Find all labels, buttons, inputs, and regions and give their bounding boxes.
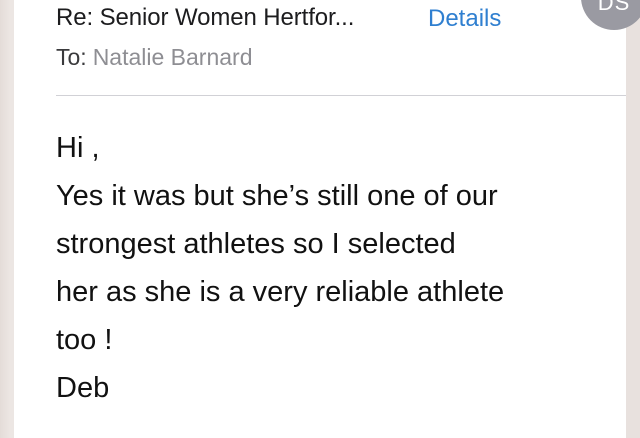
recipient-name[interactable]: Natalie Barnard [93, 44, 253, 70]
body-line: Hi , [56, 132, 100, 164]
recipient-row: To: Natalie Barnard [56, 44, 253, 74]
body-line: strongest athletes so I selected [56, 228, 456, 260]
email-subject: Re: Senior Women Hertfor... [56, 4, 355, 31]
body-line: too ! [56, 324, 113, 356]
body-line: her as she is a very reliable athlete [56, 276, 505, 308]
email-header: Re: Senior Women Hertfor... Details DS [56, 0, 640, 34]
details-button[interactable]: Details [428, 5, 501, 33]
to-label: To: [56, 44, 87, 70]
body-line: Yes it was but she’s still one of our [56, 180, 498, 212]
avatar-initials: DS [597, 0, 631, 15]
sender-avatar[interactable]: DS [581, 0, 640, 30]
email-body: Hi , Yes it was but she’s still one of o… [56, 124, 616, 412]
body-line: Deb [56, 372, 110, 404]
background-frame: Re: Senior Women Hertfor... Details DS T… [0, 0, 640, 438]
email-view: Re: Senior Women Hertfor... Details DS T… [14, 0, 640, 438]
header-divider [56, 95, 626, 96]
